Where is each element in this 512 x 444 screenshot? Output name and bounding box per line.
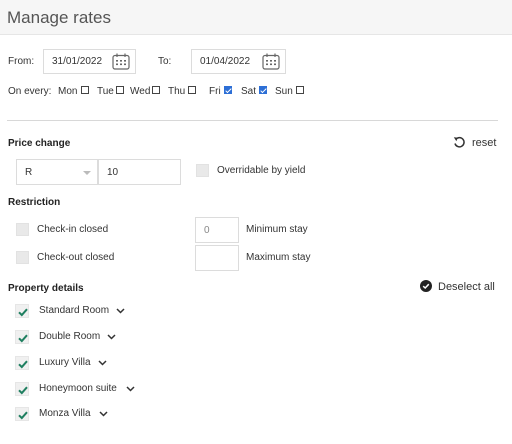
day-checkbox-mon[interactable] (81, 86, 89, 94)
checkmark-icon (18, 334, 28, 343)
chevron-down-icon[interactable] (116, 308, 125, 314)
day-label-fri: Fri (209, 86, 221, 97)
from-date-value: 31/01/2022 (52, 56, 103, 67)
day-label-sun: Sun (275, 86, 293, 97)
day-label-thu: Thu (168, 86, 186, 97)
checkmark-icon (18, 386, 28, 395)
day-checkbox-wed[interactable] (152, 86, 160, 94)
room-label-monza-villa: Monza Villa (39, 408, 91, 419)
from-date-input[interactable]: 31/01/2022 (43, 49, 136, 74)
day-checkbox-fri[interactable] (224, 86, 232, 94)
restriction-heading: Restriction (8, 197, 61, 208)
checkmark-icon (18, 411, 28, 420)
maximum-stay-label: Maximum stay (246, 252, 311, 263)
page-header: Manage rates (0, 0, 512, 35)
calendar-icon[interactable] (262, 53, 280, 70)
price-amount-value: 10 (107, 167, 119, 178)
overridable-by-yield-checkbox[interactable] (196, 164, 209, 177)
chevron-down-icon (83, 171, 91, 175)
chevron-down-icon[interactable] (99, 411, 108, 417)
room-label-double-room: Double Room (39, 331, 101, 342)
calendar-icon[interactable] (112, 53, 130, 70)
room-checkbox-honeymoon-suite[interactable] (15, 382, 29, 396)
section-divider (7, 120, 498, 121)
overridable-by-yield-label: Overridable by yield (217, 165, 306, 176)
maximum-stay-input[interactable] (195, 245, 239, 271)
day-checkbox-tue[interactable] (116, 86, 124, 94)
day-label-mon: Mon (58, 86, 78, 97)
currency-value: R (25, 167, 33, 178)
room-checkbox-standard-room[interactable] (15, 304, 29, 318)
check-circle-icon[interactable] (420, 280, 432, 292)
currency-select[interactable]: R (16, 159, 98, 185)
day-checkbox-sun[interactable] (296, 86, 304, 94)
checkin-closed-checkbox[interactable] (16, 223, 29, 236)
to-label: To: (158, 56, 172, 67)
minimum-stay-value: 0 (204, 225, 210, 236)
chevron-down-icon[interactable] (126, 386, 135, 392)
chevron-down-icon[interactable] (107, 334, 116, 340)
checkout-closed-label: Check-out closed (37, 252, 115, 263)
price-amount-input[interactable]: 10 (98, 159, 181, 185)
page-title: Manage rates (7, 8, 111, 27)
property-details-heading: Property details (8, 283, 84, 294)
room-checkbox-luxury-villa[interactable] (15, 356, 29, 370)
room-label-honeymoon-suite: Honeymoon suite (39, 383, 117, 394)
to-date-input[interactable]: 01/04/2022 (191, 49, 286, 74)
price-change-heading: Price change (8, 138, 71, 149)
room-checkbox-double-room[interactable] (15, 330, 29, 344)
chevron-down-icon[interactable] (98, 360, 107, 366)
reset-icon[interactable] (453, 136, 466, 149)
deselect-all-button[interactable]: Deselect all (438, 281, 495, 293)
day-checkbox-sat[interactable] (259, 86, 267, 94)
checkmark-icon (18, 360, 28, 369)
day-label-sat: Sat (241, 86, 257, 97)
minimum-stay-label: Minimum stay (246, 224, 308, 235)
on-every-label: On every: (8, 86, 52, 97)
room-label-luxury-villa: Luxury Villa (39, 357, 91, 368)
reset-button[interactable]: reset (472, 137, 496, 149)
day-label-tue: Tue (97, 86, 114, 97)
checkin-closed-label: Check-in closed (37, 224, 109, 235)
checkmark-icon (18, 308, 28, 317)
day-label-wed: Wed (130, 86, 151, 97)
to-date-value: 01/04/2022 (200, 56, 251, 67)
room-checkbox-monza-villa[interactable] (15, 407, 29, 421)
from-label: From: (8, 56, 35, 67)
checkout-closed-checkbox[interactable] (16, 251, 29, 264)
minimum-stay-input[interactable]: 0 (195, 217, 239, 243)
day-checkbox-thu[interactable] (188, 86, 196, 94)
room-label-standard-room: Standard Room (39, 305, 110, 316)
